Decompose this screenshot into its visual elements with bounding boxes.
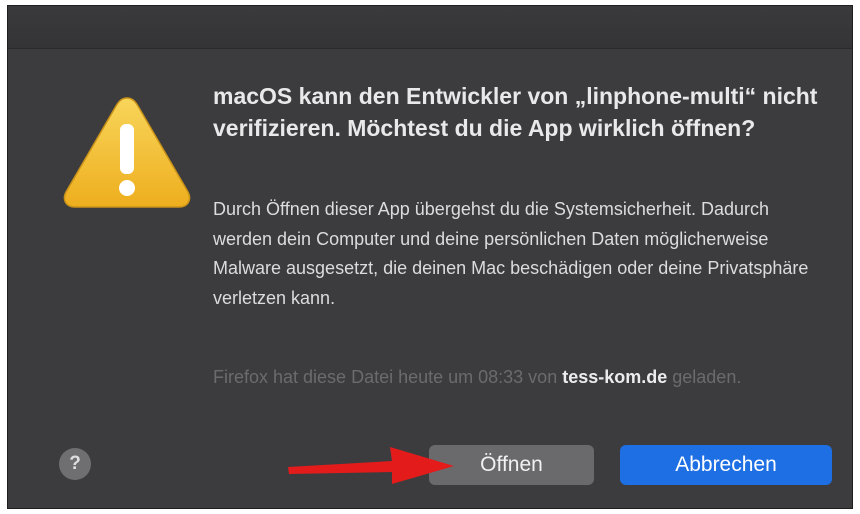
cancel-button[interactable]: Abbrechen: [620, 445, 832, 485]
download-note-suffix: geladen.: [667, 367, 742, 387]
dialog-message: Durch Öffnen dieser App übergehst du die…: [213, 199, 809, 308]
dialog-titlebar: [8, 6, 852, 49]
help-button[interactable]: ?: [59, 448, 91, 480]
arrow-icon: [288, 447, 454, 484]
security-dialog: macOS kann den Entwickler von „linphone-…: [8, 6, 852, 508]
screen: macOS kann den Entwickler von „linphone-…: [0, 0, 860, 514]
warning-icon: [63, 97, 191, 208]
download-note-prefix: Firefox hat diese Datei heute um 08:33 v…: [213, 367, 563, 387]
download-note: Firefox hat diese Datei heute um 08:33 v…: [213, 363, 773, 392]
dialog-title: macOS kann den Entwickler von „linphone-…: [213, 83, 818, 141]
download-source-domain: tess-kom.de: [562, 367, 668, 387]
